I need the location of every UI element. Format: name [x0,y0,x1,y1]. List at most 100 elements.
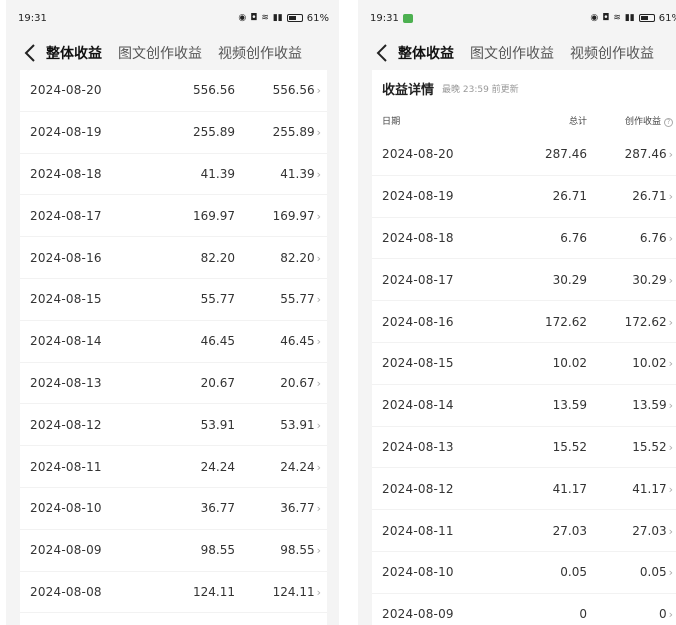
chevron-right-icon: › [668,482,673,496]
status-time: 19:31 [18,12,47,24]
battery-percent: 61% [658,12,676,24]
list-item[interactable]: 2024-08-20 287.46 287.46 › [372,134,676,176]
chevron-right-icon: › [316,335,321,349]
row-total: 41.39 [200,166,235,181]
list-item[interactable]: 2024-08-09 0 0 › [372,594,676,625]
row-total: 0 [579,607,587,622]
list-item[interactable]: 2024-08-15 10.02 10.02 › [372,343,676,385]
row-earnings: 53.91 [280,417,315,432]
chevron-right-icon: › [668,148,673,162]
list-item[interactable]: 2024-08-16 172.62 172.62 › [372,301,676,343]
row-date: 2024-08-15 [30,292,102,307]
list-item[interactable]: 2024-08-12 41.17 41.17 › [372,468,676,511]
row-earnings: 287.46 [624,147,667,162]
list-item[interactable]: 2024-08-18 41.39 41.39 › [20,154,327,196]
eye-icon: ◉ [238,13,247,23]
status-bar: 19:31 ◉ ◘ ≋ ▮▮ 61% [6,0,339,36]
earnings-detail-panel: 收益详情 最晚 23:59 前更新 日期 总计 创作收益? 2024-08-20… [372,70,676,625]
chevron-right-icon: › [316,209,321,223]
row-date: 2024-08-12 [382,481,454,496]
tab-article-earnings[interactable]: 图文创作收益 [470,43,554,63]
row-earnings: 556.56 [272,83,315,98]
list-item[interactable]: 2024-08-17 169.97 169.97 › [20,195,327,238]
row-earnings: 169.97 [272,208,315,223]
row-total: 46.45 [200,334,235,349]
status-time: 19:31 [370,12,399,24]
row-total: 287.46 [545,147,587,162]
row-earnings: 46.45 [280,334,315,349]
list-item[interactable]: 2024-08-11 24.24 24.24 › [20,446,327,488]
row-earnings: 13.59 [632,398,667,413]
list-item[interactable]: 2024-08-13 15.52 15.52 › [372,427,676,469]
row-earnings: 15.52 [632,439,667,454]
row-earnings: 172.62 [624,314,667,329]
row-total: 255.89 [193,125,235,140]
row-total: 36.77 [200,501,235,516]
tab-video-earnings[interactable]: 视频创作收益 [218,43,302,63]
row-earnings: 82.20 [280,250,315,265]
row-date: 2024-08-13 [382,439,454,454]
list-item[interactable]: 2024-08-14 13.59 13.59 › [372,385,676,427]
chevron-right-icon: › [316,585,321,599]
list-item[interactable]: 2024-08-10 0.05 0.05 › [372,552,676,594]
chevron-right-icon: › [668,231,673,245]
row-date: 2024-08-15 [382,356,454,371]
signal-icon: ▮▮ [624,13,635,23]
list-item[interactable]: 2024-08-15 55.77 55.77 › [20,279,327,321]
battery-icon [638,14,655,22]
signal-icon: ▮▮ [272,13,283,23]
row-earnings: 124.11 [272,584,315,599]
phone-screen-right: 19:31 ◉ ◘ ≋ ▮▮ 61% 整体收益 图文创作收益 视频创作收益 收益… [358,0,676,625]
row-total: 20.67 [200,375,235,390]
list-item[interactable]: 2024-08-16 82.20 82.20 › [20,237,327,279]
row-earnings: 24.24 [280,459,315,474]
row-date: 2024-08-14 [30,334,102,349]
row-total: 15.52 [552,439,587,454]
wifi-icon: ≋ [613,13,621,23]
eye-icon: ◉ [590,13,599,23]
row-earnings: 20.67 [280,375,315,390]
row-date: 2024-08-13 [30,375,102,390]
back-arrow-icon[interactable] [370,41,394,65]
row-date: 2024-08-18 [382,230,454,245]
row-total: 41.17 [552,481,587,496]
list-item[interactable]: 2024-08-19 26.71 26.71 › [372,176,676,218]
earnings-list: 2024-08-20 556.56 556.56 › 2024-08-19 255.89 2… [20,70,327,625]
row-earnings: 41.17 [632,481,667,496]
row-earnings: 0 [658,607,667,622]
list-item[interactable]: 2024-08-19 255.89 255.89 › [20,112,327,154]
chevron-right-icon: › [316,376,321,390]
list-item[interactable]: 2024-08-17 30.29 30.29 › [372,259,676,302]
tab-video-earnings[interactable]: 视频创作收益 [570,43,654,63]
list-item[interactable]: 2024-08-10 36.77 36.77 › [20,488,327,530]
tab-overall-earnings[interactable]: 整体收益 [398,43,454,63]
list-item[interactable]: 2024-08-09 98.55 98.55 › [20,530,327,572]
earnings-list: 2024-08-20 287.46 287.46 › 2024-08-19 26.71 26… [372,134,676,625]
list-item[interactable]: 2024-08-13 20.67 20.67 › [20,363,327,405]
tab-overall-earnings[interactable]: 整体收益 [46,43,102,63]
list-item[interactable]: 2024-08-20 556.56 556.56 › [20,70,327,112]
list-item[interactable]: 2024-08-12 53.91 53.91 › [20,404,327,447]
list-item[interactable]: 2024-08-14 46.45 46.45 › [20,321,327,363]
list-item[interactable]: 2024-08-11 27.03 27.03 › [372,510,676,552]
row-date: 2024-08-08 [30,584,102,599]
chevron-right-icon: › [316,544,321,558]
row-earnings: 6.76 [639,230,667,245]
list-item[interactable]: 2024-08-08 124.11 124.11 › [20,572,327,614]
chevron-right-icon: › [316,167,321,181]
row-total: 6.76 [560,230,587,245]
tab-article-earnings[interactable]: 图文创作收益 [118,43,202,63]
question-circle-icon[interactable]: ? [664,117,673,127]
row-earnings: 10.02 [632,356,667,371]
back-arrow-icon[interactable] [18,41,42,65]
row-date: 2024-08-20 [30,83,102,98]
row-earnings: 27.03 [632,523,667,538]
section-title: 收益详情 [382,82,435,98]
column-date: 日期 [382,116,401,127]
row-date: 2024-08-17 [30,208,102,223]
battery-percent: 61% [306,12,329,24]
chevron-right-icon: › [668,357,673,371]
row-earnings: 26.71 [632,189,667,204]
chevron-right-icon: › [316,126,321,140]
list-item[interactable]: 2024-08-18 6.76 6.76 › [372,218,676,260]
